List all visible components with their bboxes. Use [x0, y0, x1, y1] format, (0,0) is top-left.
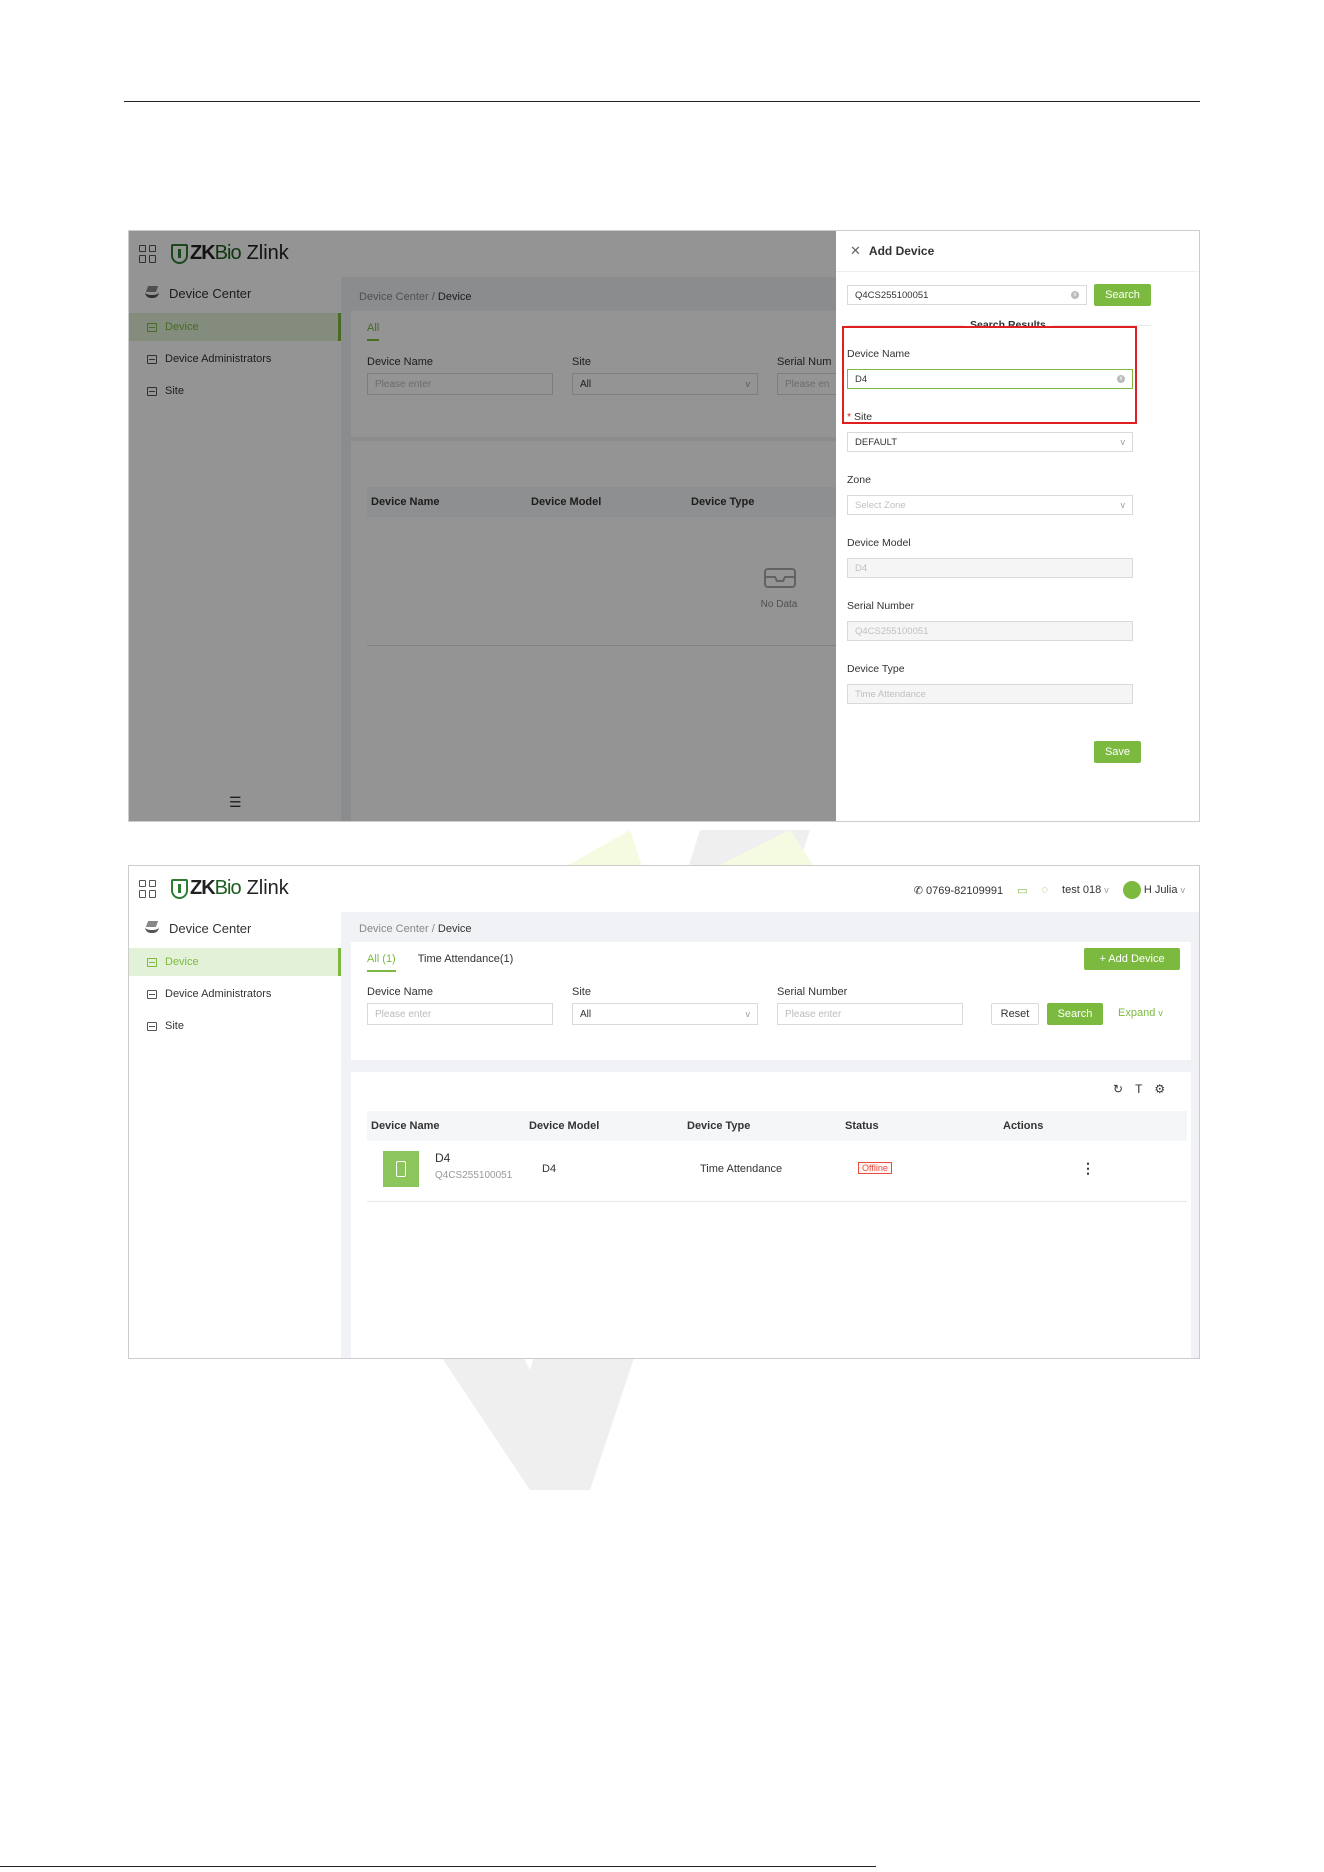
layers-icon: [145, 923, 159, 933]
device-serial: Q4CS255100051: [435, 1170, 513, 1181]
user-menu[interactable]: H Julia v: [1122, 881, 1186, 899]
site-select[interactable]: DEFAULT v: [847, 432, 1133, 452]
divider: [367, 1201, 1187, 1202]
table-toolbar: ↻ T ⚙: [1113, 1082, 1165, 1096]
search-button[interactable]: Search: [1094, 284, 1151, 306]
tab-bar: All (1) Time Attendance(1): [367, 953, 513, 972]
device-type: Time Attendance: [700, 1163, 783, 1175]
tab-time-attendance[interactable]: Time Attendance(1): [418, 953, 514, 972]
device-icon: [147, 1021, 157, 1031]
device-model-label: Device Model: [847, 537, 911, 549]
chevron-down-icon: v: [745, 1009, 751, 1019]
expand-toggle[interactable]: Expand v: [1118, 1007, 1163, 1019]
chevron-down-icon: v: [1120, 500, 1126, 510]
sidebar-section-device-center[interactable]: Device Center: [129, 912, 341, 944]
device-name-input[interactable]: Please enter: [367, 1003, 553, 1025]
zone-select[interactable]: Select Zone v: [847, 495, 1133, 515]
screenshot-device-list: ZK Bio Zlink ✆ 0769-82109991 ▭ ◌ test 018 …: [128, 865, 1200, 1359]
zkbio-zlink-logo: ZK Bio Zlink: [171, 877, 289, 900]
device-model-field: D4: [847, 558, 1133, 578]
settings-gear-icon[interactable]: ⚙: [1154, 1082, 1165, 1096]
chevron-down-icon: v: [1120, 437, 1126, 447]
tab-all[interactable]: All (1): [367, 953, 396, 972]
device-thumbnail-icon: [383, 1151, 419, 1187]
page-bottom-rule: [0, 1866, 876, 1867]
add-device-button[interactable]: + Add Device: [1084, 948, 1180, 970]
site-select[interactable]: All v: [572, 1003, 758, 1025]
close-icon[interactable]: ✕: [850, 243, 861, 259]
device-name: D4: [435, 1151, 451, 1165]
site-label: Site: [572, 986, 591, 998]
modal-overlay[interactable]: [129, 231, 836, 821]
serial-search-input[interactable]: Q4CS255100051 x: [847, 285, 1087, 305]
reset-button[interactable]: Reset: [991, 1003, 1039, 1025]
sidebar-item-device-administrators[interactable]: Device Administrators: [129, 980, 341, 1008]
sidebar-item-site[interactable]: Site: [129, 1012, 341, 1040]
search-button[interactable]: Search: [1047, 1003, 1103, 1025]
serial-number-label: Serial Number: [847, 600, 915, 612]
chevron-down-icon: v: [1180, 884, 1186, 895]
avatar: [1122, 881, 1141, 899]
serial-number-label: Serial Number: [777, 986, 848, 998]
column-filter-icon[interactable]: T: [1135, 1082, 1142, 1096]
drawer-title: ✕ Add Device: [850, 243, 935, 259]
phone-link[interactable]: ✆ 0769-82109991: [914, 884, 1003, 897]
more-actions-icon[interactable]: ⋮: [1081, 1160, 1095, 1177]
page-top-rule: [124, 101, 1200, 102]
device-icon: [147, 957, 157, 967]
add-device-drawer: ✕ Add Device Q4CS255100051 x Search Search…: [836, 231, 1199, 821]
chevron-down-icon: v: [1158, 1008, 1163, 1018]
highlight-box: [842, 326, 1137, 424]
chevron-down-icon: v: [1104, 885, 1109, 895]
screenshot-add-device: ZK Bio Zlink Device Center Device Device A…: [128, 230, 1200, 822]
zone-label: Zone: [847, 474, 871, 486]
org-switcher[interactable]: test 018 v: [1062, 884, 1109, 896]
chat-icon[interactable]: ◌: [1042, 884, 1049, 896]
status-badge: Offline: [858, 1162, 892, 1174]
divider: [836, 271, 1199, 272]
sidebar-item-device[interactable]: Device: [129, 948, 341, 976]
device-icon: [147, 989, 157, 999]
save-button[interactable]: Save: [1094, 741, 1141, 763]
table-header: Device Name Device Model Device Type Sta…: [367, 1111, 1187, 1141]
device-name-label: Device Name: [367, 986, 434, 998]
device-type-field: Time Attendance: [847, 684, 1133, 704]
serial-number-field: Q4CS255100051: [847, 621, 1133, 641]
device-type-label: Device Type: [847, 663, 905, 675]
apps-grid-icon[interactable]: [139, 879, 157, 898]
clear-icon[interactable]: x: [1071, 291, 1079, 299]
serial-number-input[interactable]: Please enter: [777, 1003, 963, 1025]
refresh-icon[interactable]: ↻: [1113, 1082, 1123, 1096]
sidebar: Device Center Device Device Administrato…: [129, 912, 341, 1358]
phone-icon: ✆: [913, 884, 923, 897]
folder-icon[interactable]: ▭: [1017, 884, 1027, 897]
breadcrumb: Device Center / Device: [359, 923, 472, 935]
device-model: D4: [542, 1163, 557, 1175]
top-header: ZK Bio Zlink ✆ 0769-82109991 ▭ ◌ test 018 …: [129, 866, 1199, 912]
